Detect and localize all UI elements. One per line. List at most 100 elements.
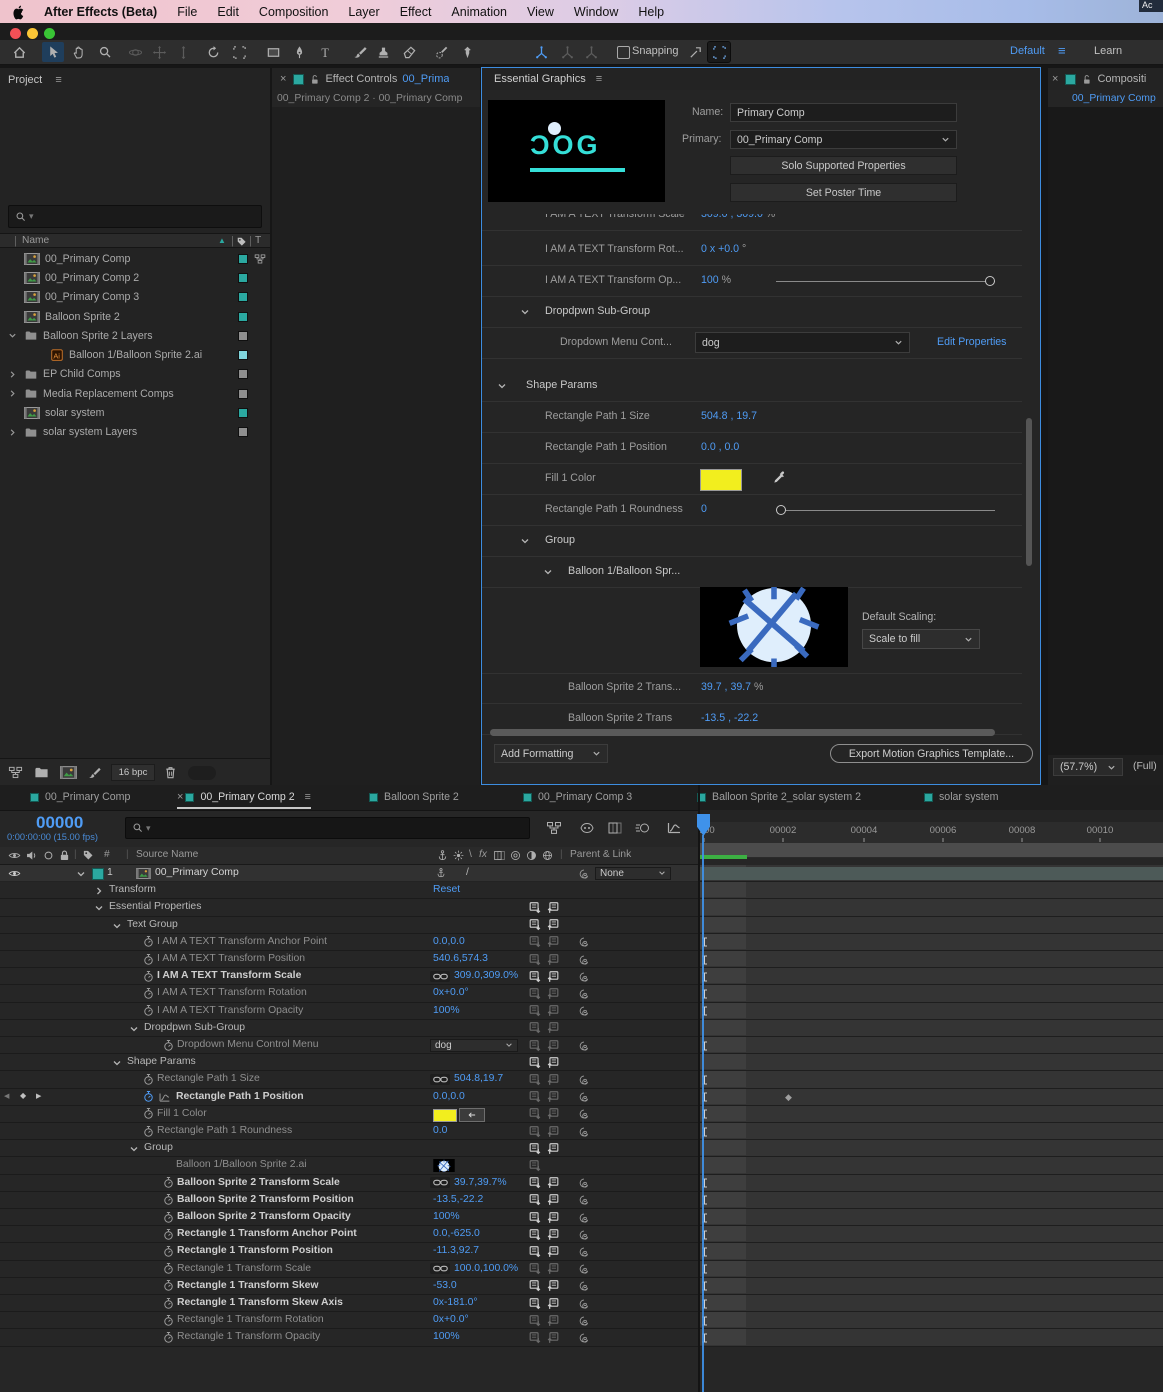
template-name-input[interactable] xyxy=(730,103,957,122)
orbit-camera-tool-icon[interactable] xyxy=(124,42,146,62)
export-motion-graphics-template-button[interactable]: Export Motion Graphics Template... xyxy=(830,744,1033,763)
property-slider[interactable] xyxy=(776,504,995,515)
snapping-label[interactable]: Snapping xyxy=(632,45,679,57)
bit-depth-button[interactable]: 16 bpc xyxy=(111,764,155,781)
parent-select[interactable]: None xyxy=(595,866,671,880)
property-pickwhip-icon[interactable] xyxy=(578,988,590,1000)
quality-column-icon[interactable]: \ xyxy=(469,849,472,860)
add-to-egp-icon[interactable] xyxy=(528,1073,542,1087)
label-color-chip[interactable] xyxy=(238,408,248,419)
timeline-row[interactable]: I AM A TEXT Transform Rotation 0x+0.0° xyxy=(0,985,700,1003)
pull-from-egp-icon[interactable] xyxy=(546,1021,560,1035)
property-value[interactable]: 39.7 , 39.7 % xyxy=(701,681,763,693)
solo-supported-properties-button[interactable]: Solo Supported Properties xyxy=(730,156,957,175)
timeline-row[interactable]: Balloon Sprite 2 Transform Scale 39.7,39.… xyxy=(0,1175,700,1192)
eyedropper-icon[interactable] xyxy=(772,470,787,485)
pull-from-egp-icon[interactable] xyxy=(546,987,560,1001)
project-item[interactable]: 00_Primary Comp 3 xyxy=(0,288,270,307)
pull-from-egp-icon[interactable] xyxy=(546,1056,560,1070)
timeline-row[interactable]: Dropdpwn Sub-Group xyxy=(0,1020,700,1037)
expander-open-icon[interactable] xyxy=(8,331,17,340)
eg-property-row[interactable]: I AM A TEXT Transform Scale 309.0 , 309.… xyxy=(482,214,1022,231)
keyframe-diamond[interactable]: ◆ xyxy=(785,1092,792,1103)
timeline-row[interactable]: Transform Reset xyxy=(0,882,700,900)
maximize-window-button[interactable] xyxy=(44,28,55,39)
property-slider[interactable] xyxy=(776,275,995,286)
home-icon[interactable] xyxy=(8,42,30,62)
property-value[interactable]: 0.0,0.0 xyxy=(433,934,465,950)
project-search-input[interactable]: ▾ xyxy=(8,205,262,228)
timeline-row[interactable]: Rectangle 1 Transform Anchor Point 0.0,-6… xyxy=(0,1226,700,1244)
property-value[interactable]: -11.3,92.7 xyxy=(433,1243,479,1259)
effects-column-icon[interactable]: fx xyxy=(479,849,487,860)
asset-label[interactable]: Balloon 1/Balloon Sprite 2.ai xyxy=(176,1157,307,1173)
parent-link-column-header[interactable]: Parent & Link xyxy=(570,849,631,860)
pull-from-egp-icon[interactable] xyxy=(546,1004,560,1018)
track-row[interactable] xyxy=(700,1157,1163,1175)
motion-blur-column-icon[interactable] xyxy=(509,849,522,862)
track-row[interactable] xyxy=(700,951,1163,969)
timeline-tab[interactable]: Balloon Sprite 2 xyxy=(369,787,459,807)
project-item[interactable]: Balloon 1/Balloon Sprite 2.ai xyxy=(0,345,270,364)
project-item[interactable]: Balloon Sprite 2 Layers xyxy=(0,326,270,345)
timeline-row[interactable]: Text Group xyxy=(0,917,700,934)
eg-group-row[interactable]: Balloon 1/Balloon Spr... xyxy=(482,557,1022,588)
dolly-camera-tool-icon[interactable] xyxy=(172,42,194,62)
previous-keyframe-icon[interactable]: ◀ xyxy=(4,1092,9,1100)
project-tab[interactable]: Project xyxy=(8,74,42,86)
track-row[interactable] xyxy=(700,1295,1163,1313)
property-value[interactable]: 0 x +0.0 ° xyxy=(701,243,746,255)
effect-controls-tab[interactable]: Effect Controls xyxy=(325,73,397,85)
track-row[interactable] xyxy=(700,882,1163,900)
clone-stamp-tool-icon[interactable] xyxy=(372,42,394,62)
property-label[interactable]: Dropdown Menu Control Menu xyxy=(177,1037,319,1053)
property-pickwhip-icon[interactable] xyxy=(578,1332,590,1344)
composition-mini-flowchart-icon[interactable] xyxy=(546,820,562,836)
add-to-egp-icon[interactable] xyxy=(528,901,542,915)
timeline-row[interactable]: I AM A TEXT Transform Anchor Point 0.0,0.… xyxy=(0,934,700,951)
group-expander-icon[interactable] xyxy=(112,1058,122,1068)
roto-brush-tool-icon[interactable] xyxy=(430,42,452,62)
dropdown-menu-select[interactable]: dog xyxy=(695,332,910,353)
property-pickwhip-icon[interactable] xyxy=(578,1315,590,1327)
pull-from-egp-icon[interactable] xyxy=(546,935,560,949)
timeline-row[interactable]: Balloon Sprite 2 Transform Opacity 100% xyxy=(0,1209,700,1227)
timeline-divider[interactable] xyxy=(698,785,700,1392)
property-pickwhip-icon[interactable] xyxy=(578,1091,590,1103)
timeline-tab[interactable]: Balloon Sprite 2_solar system 2 xyxy=(697,787,861,807)
track-row[interactable] xyxy=(700,1123,1163,1141)
group-expander-icon[interactable] xyxy=(129,1024,139,1034)
property-value[interactable]: 100% xyxy=(433,1003,460,1019)
label-color-chip[interactable] xyxy=(238,388,248,399)
pull-from-egp-icon[interactable] xyxy=(546,1039,560,1053)
property-pickwhip-icon[interactable] xyxy=(578,971,590,983)
stopwatch-icon[interactable] xyxy=(142,935,155,948)
chevron-down-icon[interactable] xyxy=(497,381,507,391)
add-to-egp-icon[interactable] xyxy=(528,1297,542,1311)
essential-graphics-menu-icon[interactable]: ≡ xyxy=(596,73,602,85)
stopwatch-icon[interactable] xyxy=(162,1228,175,1241)
menu-item-file[interactable]: File xyxy=(177,5,197,19)
track-row[interactable] xyxy=(700,1054,1163,1072)
layer-expander-icon[interactable] xyxy=(76,869,86,879)
lock-column-icon[interactable] xyxy=(58,849,71,862)
shy-switch-icon[interactable] xyxy=(435,867,447,879)
timeline-row[interactable]: I AM A TEXT Transform Position 540.6,574.… xyxy=(0,951,700,969)
track-row[interactable] xyxy=(700,968,1163,986)
property-pickwhip-icon[interactable] xyxy=(578,936,590,948)
work-area-bar[interactable] xyxy=(700,843,1163,858)
stopwatch-icon[interactable] xyxy=(162,1314,175,1327)
puppet-pin-tool-icon[interactable] xyxy=(456,42,478,62)
property-label[interactable]: Balloon Sprite 2 Transform Scale xyxy=(177,1175,340,1191)
add-to-egp-icon[interactable] xyxy=(528,953,542,967)
track-row[interactable] xyxy=(700,985,1163,1003)
type-column-header[interactable]: T xyxy=(255,235,261,246)
label-color-chip[interactable] xyxy=(238,272,248,283)
track-row[interactable] xyxy=(700,1140,1163,1158)
number-column-header[interactable]: # xyxy=(104,849,110,860)
add-to-egp-icon[interactable] xyxy=(528,1262,542,1276)
unlock-icon[interactable] xyxy=(1081,74,1092,85)
region-of-interest-icon[interactable] xyxy=(228,42,250,62)
pull-from-egp-icon[interactable] xyxy=(546,1193,560,1207)
track-row[interactable] xyxy=(700,1209,1163,1227)
